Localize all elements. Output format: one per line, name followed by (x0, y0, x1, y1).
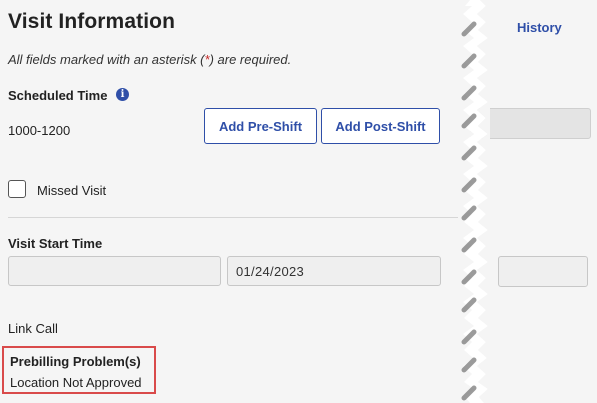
scheduled-time-label: Scheduled Time (8, 88, 108, 103)
torn-edge-divider (458, 0, 490, 403)
missed-visit-label[interactable]: Missed Visit (37, 183, 106, 198)
prebilling-problem-value: Location Not Approved (10, 375, 142, 390)
tab-history[interactable]: History (517, 20, 562, 35)
missed-visit-checkbox[interactable] (8, 180, 26, 198)
link-call-label: Link Call (8, 321, 58, 336)
visit-start-time-input[interactable] (8, 256, 221, 286)
add-post-shift-button[interactable]: Add Post-Shift (321, 108, 440, 144)
page-title: Visit Information (8, 10, 175, 33)
right-panel-time-field[interactable] (498, 256, 588, 287)
section-divider (8, 217, 463, 218)
scheduled-time-value: 1000-1200 (8, 123, 71, 138)
required-note-suffix: ) are required. (209, 52, 292, 67)
add-pre-shift-button[interactable]: Add Pre-Shift (204, 108, 317, 144)
required-note-prefix: All fields marked with an asterisk ( (8, 52, 205, 67)
visit-start-date-input[interactable]: 01/24/2023 (227, 256, 441, 286)
required-fields-note: All fields marked with an asterisk (*) a… (8, 52, 291, 67)
visit-information-panel: Visit Information All fields marked with… (0, 0, 470, 403)
prebilling-problem-title: Prebilling Problem(s) (10, 354, 141, 369)
info-icon[interactable]: i (116, 88, 129, 101)
visit-start-time-label: Visit Start Time (8, 236, 103, 251)
prebilling-problem-box: Prebilling Problem(s) Location Not Appro… (2, 346, 156, 394)
